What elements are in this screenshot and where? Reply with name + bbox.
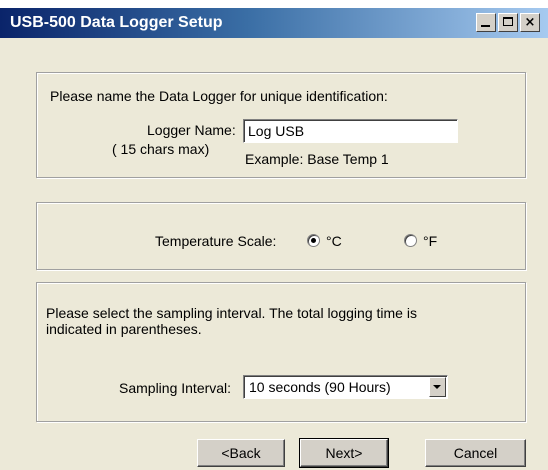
temperature-scale-group: Temperature Scale: °C °F xyxy=(36,202,526,270)
fahrenheit-radio[interactable] xyxy=(404,234,417,247)
minimize-button[interactable] xyxy=(476,13,496,32)
sampling-description-line1: Please select the sampling interval. The… xyxy=(46,305,417,321)
celsius-label[interactable]: °C xyxy=(326,233,342,249)
temperature-scale-label: Temperature Scale: xyxy=(155,233,277,249)
max-chars-hint: ( 15 chars max) xyxy=(112,141,210,157)
sampling-interval-label: Sampling Interval: xyxy=(119,380,232,396)
sampling-interval-select[interactable]: 10 seconds (90 Hours) xyxy=(243,375,448,399)
window-title: USB-500 Data Logger Setup xyxy=(10,14,223,31)
chevron-down-icon xyxy=(433,385,441,389)
name-prompt: Please name the Data Logger for unique i… xyxy=(50,88,388,104)
sampling-description-line2: indicated in parentheses. xyxy=(46,321,202,337)
next-button[interactable]: Next> xyxy=(299,438,389,468)
title-buttons: × xyxy=(476,13,540,32)
logger-name-group: Please name the Data Logger for unique i… xyxy=(36,72,526,178)
title-bar[interactable]: USB-500 Data Logger Setup × xyxy=(0,8,548,38)
sampling-interval-group: Please select the sampling interval. The… xyxy=(36,282,526,422)
dropdown-button[interactable] xyxy=(429,377,446,397)
cancel-button[interactable]: Cancel xyxy=(425,439,526,467)
close-button[interactable]: × xyxy=(520,13,540,32)
example-text: Example: Base Temp 1 xyxy=(245,151,389,167)
client-area: Please name the Data Logger for unique i… xyxy=(0,38,548,470)
logger-name-label: Logger Name: xyxy=(147,122,236,138)
maximize-icon xyxy=(503,17,513,26)
radio-selected-dot xyxy=(311,238,316,243)
logger-name-input[interactable]: Log USB xyxy=(243,119,458,143)
sampling-interval-value: 10 seconds (90 Hours) xyxy=(249,379,391,395)
celsius-radio[interactable] xyxy=(307,234,320,247)
maximize-button[interactable] xyxy=(498,13,518,32)
setup-window: USB-500 Data Logger Setup × Please name … xyxy=(0,0,548,470)
close-icon: × xyxy=(524,15,536,30)
top-strip xyxy=(0,0,548,8)
back-button[interactable]: <Back xyxy=(197,439,285,467)
fahrenheit-label[interactable]: °F xyxy=(423,233,437,249)
minimize-icon xyxy=(481,25,490,27)
